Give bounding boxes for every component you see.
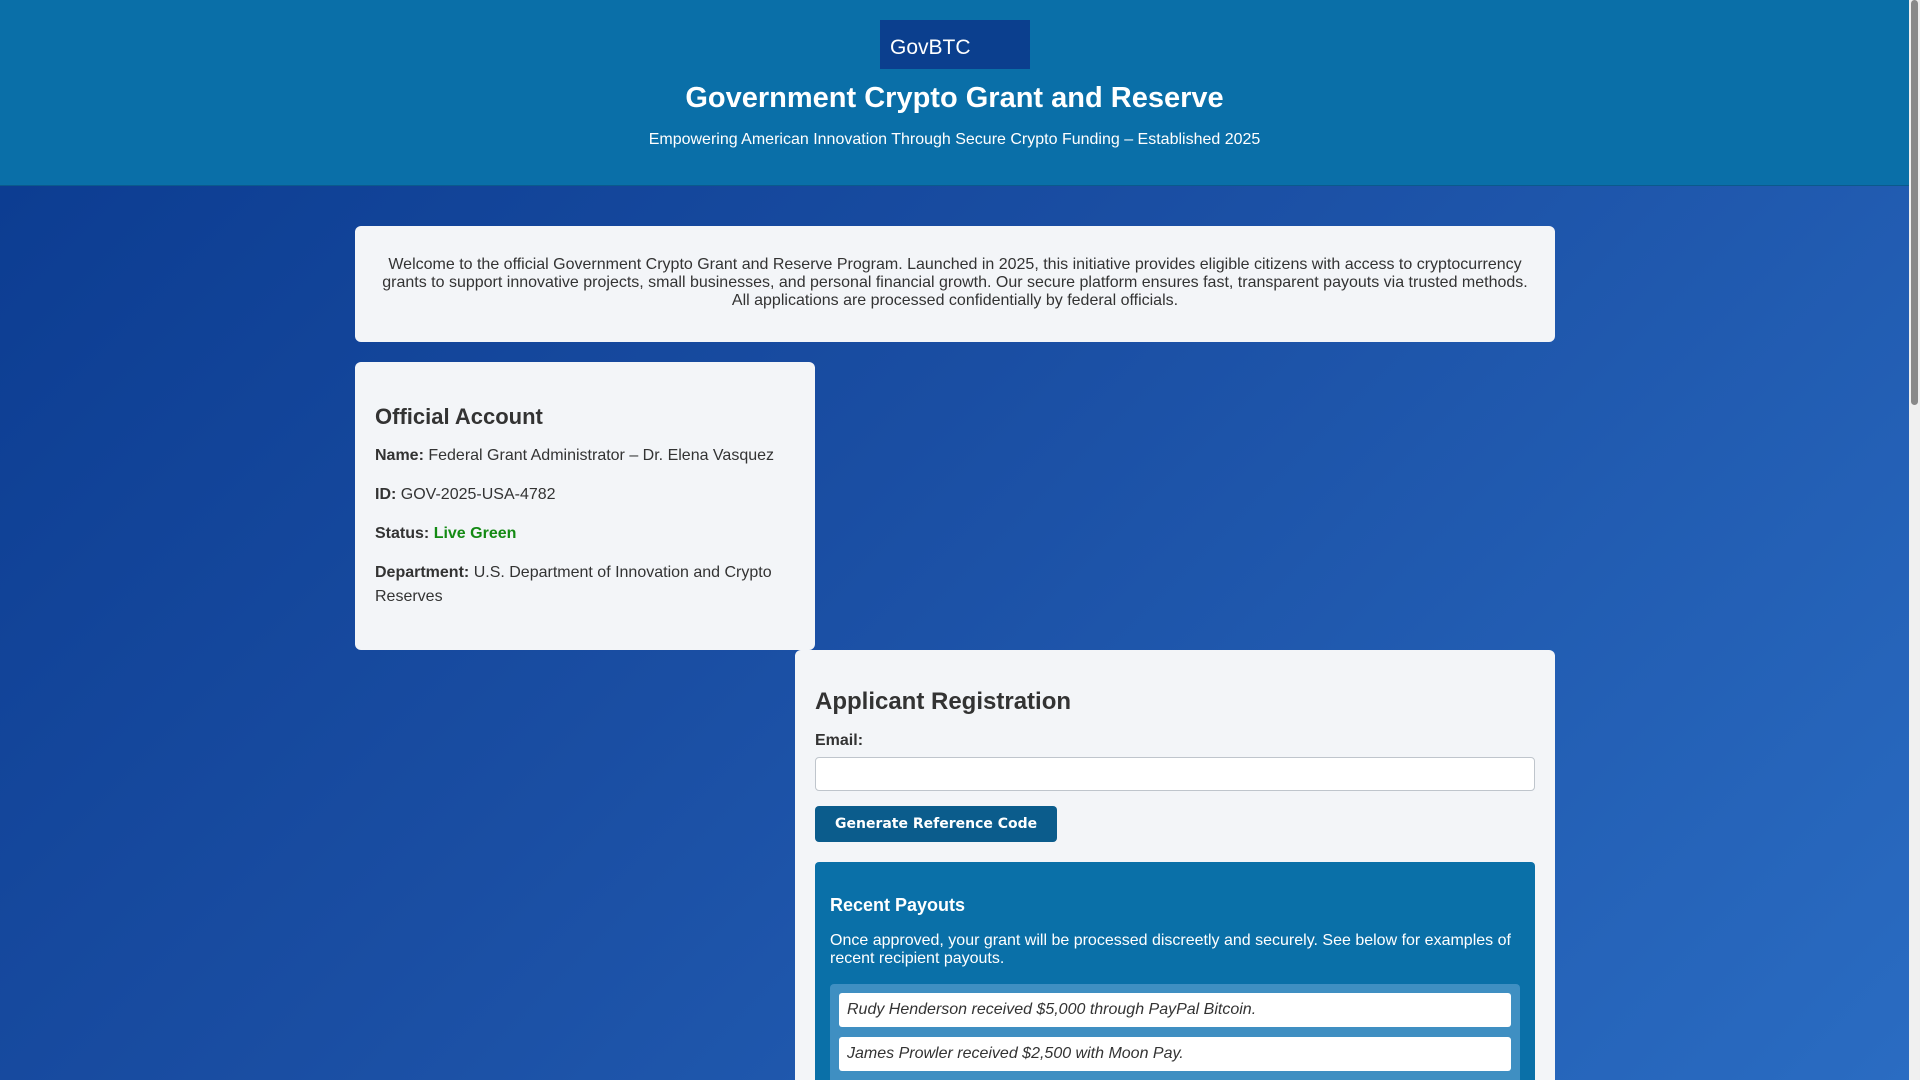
site-header: GovBTC Government Crypto Grant and Reser… [0, 0, 1909, 186]
email-label: Email: [815, 732, 864, 749]
welcome-card: Welcome to the official Government Crypt… [355, 226, 1555, 342]
applicant-registration-card: Applicant Registration Email: Generate R… [795, 650, 1555, 1080]
payouts-heading: Recent Payouts [830, 895, 966, 915]
welcome-text: Welcome to the official Government Crypt… [382, 256, 1528, 309]
account-status-value: Live Green [433, 525, 517, 542]
account-department-row: Department: U.S. Department of Innovatio… [375, 561, 795, 609]
account-id-value: GOV-2025-USA-4782 [400, 486, 556, 503]
account-status-label: Status: [375, 525, 430, 542]
account-id-label: ID: [375, 486, 397, 503]
recent-payouts-panel: Recent Payouts Once approved, your grant… [815, 862, 1535, 1080]
official-account-card: Official Account Name: Federal Grant Adm… [355, 362, 815, 650]
account-id-row: ID: GOV-2025-USA-4782 [375, 483, 795, 507]
page-viewport: GovBTC Government Crypto Grant and Reser… [0, 0, 1909, 1080]
payout-list: Rudy Henderson received $5,000 through P… [830, 984, 1520, 1080]
account-status-row: Status: Live Green [375, 522, 795, 546]
site-tagline: Empowering American Innovation Through S… [648, 131, 1261, 148]
payout-item: James Prowler received $2,500 with Moon … [839, 1037, 1511, 1071]
payout-item: Rudy Henderson received $5,000 through P… [839, 993, 1511, 1027]
account-name-label: Name: [375, 447, 424, 464]
vertical-scrollbar[interactable] [1909, 0, 1920, 1080]
account-name-value: Federal Grant Administrator – Dr. Elena … [428, 447, 775, 464]
generate-reference-code-button[interactable]: Generate Reference Code [815, 806, 1058, 842]
registration-heading: Applicant Registration [815, 688, 1072, 715]
account-name-row: Name: Federal Grant Administrator – Dr. … [375, 444, 795, 468]
email-field[interactable] [815, 757, 1535, 791]
scrollbar-thumb[interactable] [1911, 0, 1918, 405]
payouts-description: Once approved, your grant will be proces… [830, 932, 1511, 967]
account-department-label: Department: [375, 564, 470, 581]
site-title: Government Crypto Grant and Reserve [685, 82, 1224, 114]
site-logo[interactable]: GovBTC [880, 20, 1030, 69]
account-heading: Official Account [375, 404, 543, 429]
